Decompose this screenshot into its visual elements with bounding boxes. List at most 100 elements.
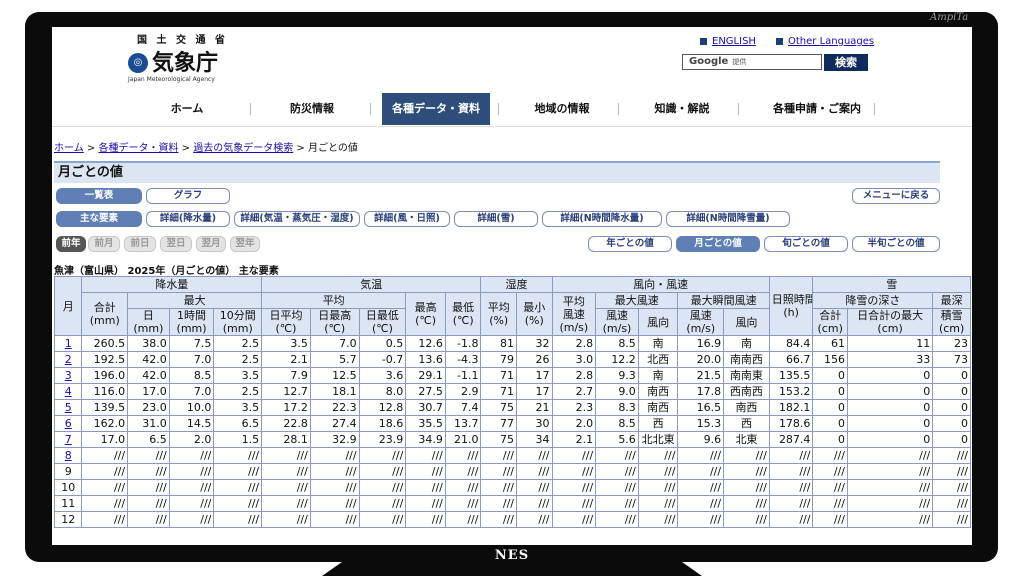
table-cell: /// xyxy=(213,463,263,480)
table-cell: /// xyxy=(444,463,482,480)
table-cell: 12.2 xyxy=(595,351,639,368)
other-languages-link[interactable]: Other Languages xyxy=(776,36,874,47)
table-cell: /// xyxy=(932,495,971,512)
table-cell: /// xyxy=(515,511,553,528)
header-precipitation: 降水量 xyxy=(81,276,263,293)
table-cell: 13.7 xyxy=(444,415,482,432)
site-search-input[interactable]: Google 提供 xyxy=(682,54,822,70)
table-cell: 192.5 xyxy=(81,351,129,368)
month-link[interactable]: 3 xyxy=(65,369,72,382)
table-cell: 81 xyxy=(480,335,517,352)
table-cell: /// xyxy=(261,479,311,496)
table-cell: 30.7 xyxy=(405,399,446,416)
breadcrumb-separator: > xyxy=(296,143,305,154)
month-link[interactable]: 7 xyxy=(65,433,72,446)
nav-item[interactable]: ホーム xyxy=(127,93,247,125)
month-link[interactable]: 5 xyxy=(65,401,72,414)
graph-view-button[interactable]: グラフ xyxy=(146,188,230,204)
table-cell: 22.3 xyxy=(309,399,360,416)
month-link[interactable]: 6 xyxy=(65,417,72,430)
table-cell: /// xyxy=(261,463,311,480)
element-tab-2[interactable]: 詳細(気温・蒸気圧・湿度) xyxy=(234,211,360,227)
table-cell: /// xyxy=(213,447,263,464)
table-cell: 17.2 xyxy=(261,399,311,416)
month-cell: 4 xyxy=(53,383,83,400)
table-row: 4 116.0 17.0 7.0 2.5 12.7 18.1 8.0 27.5 2.9 71 17 2.… xyxy=(53,383,971,400)
month-link[interactable]: 4 xyxy=(65,385,72,398)
search-button[interactable]: 検索 xyxy=(824,54,868,71)
month-link[interactable]: 2 xyxy=(65,353,72,366)
table-cell: /// xyxy=(637,447,679,464)
month-cell: 1 xyxy=(53,335,83,352)
element-tab-0[interactable]: 主な要素 xyxy=(56,211,142,227)
table-cell: 178.6 xyxy=(768,415,814,432)
nav-item[interactable]: 知識・解説 xyxy=(622,93,742,125)
header-snowfall-depth: 降雪の深さ xyxy=(812,292,934,309)
table-cell: /// xyxy=(81,511,129,528)
table-cell: /// xyxy=(81,463,129,480)
table-cell: /// xyxy=(932,511,971,528)
breadcrumb-data-link[interactable]: 各種データ・資料 xyxy=(98,143,178,154)
table-cell: /// xyxy=(768,495,814,512)
station-title: 魚津（富山県） 2025年（月ごとの値） 主な要素 xyxy=(54,266,279,277)
element-tab-3[interactable]: 詳細(風・日照) xyxy=(364,211,450,227)
table-cell: 20.0 xyxy=(677,351,725,368)
table-cell: 2.1 xyxy=(261,351,311,368)
table-cell: /// xyxy=(846,495,934,512)
monthly-data-table: 月 降水量 気温 湿度 風向・風速 日照時間 (h) 雪 合計 (mm) 最大 平均… xyxy=(53,276,971,528)
nav-item[interactable]: 各種データ・資料 xyxy=(382,93,490,125)
header-wind-gust-speed: 風速 (m/s) xyxy=(677,308,725,336)
interval-tab-2[interactable]: 旬ごとの値 xyxy=(764,236,848,252)
breadcrumb-past-data-link[interactable]: 過去の気象データ検索 xyxy=(193,143,293,154)
nav-item[interactable]: 各種申請・ご案内 xyxy=(742,93,892,125)
table-cell: 32 xyxy=(515,335,553,352)
table-cell: /// xyxy=(480,511,517,528)
table-cell: /// xyxy=(127,511,170,528)
table-cell: 0 xyxy=(932,399,971,416)
table-cell: /// xyxy=(595,479,639,496)
interval-tab-3[interactable]: 半旬ごとの値 xyxy=(852,236,940,252)
table-cell: /// xyxy=(444,495,482,512)
table-view-button[interactable]: 一覧表 xyxy=(56,188,142,204)
table-cell: /// xyxy=(358,479,407,496)
period-nav-button-0[interactable]: 前年 xyxy=(56,236,86,252)
table-cell: 23 xyxy=(932,335,971,352)
table-cell: 7.0 xyxy=(168,383,215,400)
table-cell: /// xyxy=(127,447,170,464)
table-cell: 29.1 xyxy=(405,367,446,384)
element-tab-4[interactable]: 詳細(雪) xyxy=(454,211,538,227)
table-cell: 9.3 xyxy=(595,367,639,384)
element-tab-5[interactable]: 詳細(N時間降水量) xyxy=(542,211,662,227)
month-link[interactable]: 8 xyxy=(65,449,72,462)
table-cell: /// xyxy=(551,495,597,512)
table-cell: 0 xyxy=(812,383,848,400)
table-row: 3 196.0 42.0 8.5 3.5 7.9 12.5 3.6 29.1 -1.1 71 17 2.… xyxy=(53,367,971,384)
table-cell: 33 xyxy=(846,351,934,368)
table-cell: /// xyxy=(261,495,311,512)
table-cell: 35.5 xyxy=(405,415,446,432)
table-cell: 西 xyxy=(723,415,770,432)
element-tab-6[interactable]: 詳細(N時間降雪量) xyxy=(666,211,790,227)
breadcrumb-home-link[interactable]: ホーム xyxy=(54,143,84,154)
table-row: 9///////////////////////////////////////… xyxy=(53,463,971,480)
site-logo-text[interactable]: 気象庁 xyxy=(152,45,218,77)
table-cell: 南南西 xyxy=(723,351,770,368)
element-tab-1[interactable]: 詳細(降水量) xyxy=(146,211,230,227)
nav-item[interactable]: 防災情報 xyxy=(252,93,372,125)
artist-signature: AmpiTa xyxy=(930,12,969,23)
back-to-menu-button[interactable]: メニューに戻る xyxy=(852,188,940,204)
nav-separator xyxy=(874,103,875,115)
interval-tab-0[interactable]: 年ごとの値 xyxy=(588,236,672,252)
table-row: 8///////////////////////////////////////… xyxy=(53,447,971,464)
table-cell: /// xyxy=(168,511,215,528)
month-cell: 6 xyxy=(53,415,83,432)
interval-tab-1[interactable]: 月ごとの値 xyxy=(676,236,760,252)
table-cell: 南 xyxy=(637,335,679,352)
month-link[interactable]: 1 xyxy=(65,337,72,350)
english-link[interactable]: ENGLISH xyxy=(700,36,756,47)
table-cell: 2.5 xyxy=(213,383,263,400)
table-cell: 8.5 xyxy=(595,415,639,432)
jma-logo-icon[interactable]: ◎ xyxy=(128,53,148,73)
table-cell: 0 xyxy=(846,415,934,432)
nav-item[interactable]: 地域の情報 xyxy=(502,93,622,125)
